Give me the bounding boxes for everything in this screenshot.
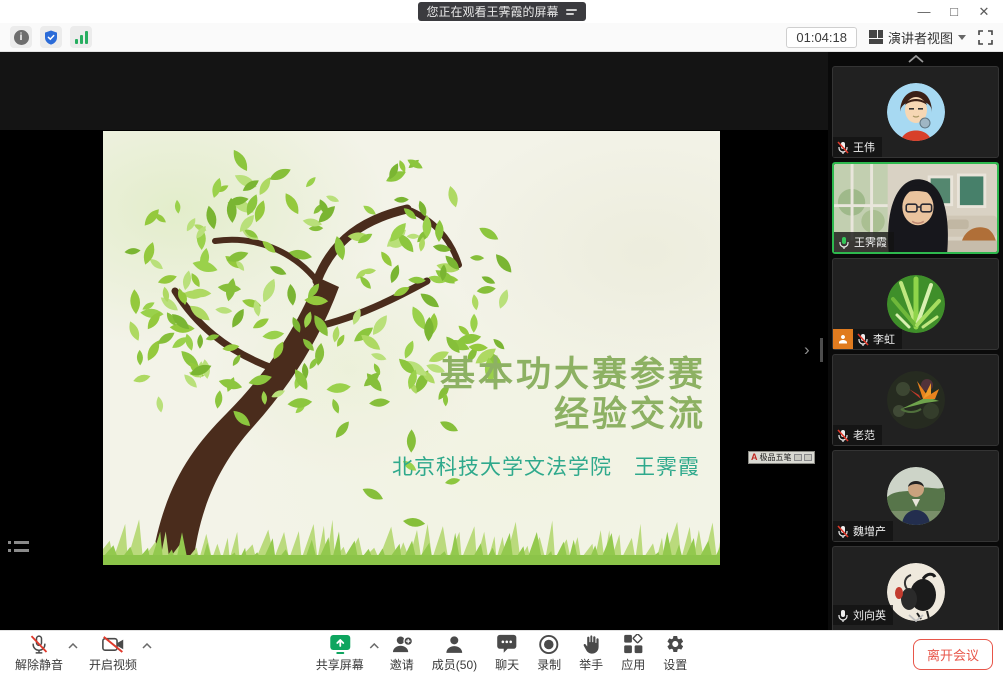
meeting-timer: 01:04:18 xyxy=(786,27,857,48)
participants-sidebar: 王伟 xyxy=(828,52,1003,630)
view-mode-label: 演讲者视图 xyxy=(888,28,953,47)
slideshow-menu-icon[interactable] xyxy=(8,541,29,552)
slide-subtitle: 北京科技大学文法学院 王霁霞 xyxy=(392,451,700,481)
leave-meeting-button[interactable]: 离开会议 xyxy=(913,639,993,670)
pill-menu-icon[interactable] xyxy=(566,9,577,15)
mic-muted-icon xyxy=(837,429,849,442)
screen-watching-pill[interactable]: 您正在观看王霁霞的屏幕 xyxy=(417,2,585,21)
tree-illustration xyxy=(103,131,720,565)
apps-icon xyxy=(623,634,643,654)
camera-muted-icon xyxy=(102,634,125,654)
participant-name: 王霁霞 xyxy=(854,234,887,250)
mic-muted-icon xyxy=(837,525,849,538)
meeting-topbar: i 01:04:18 演讲者视图 xyxy=(0,23,1003,52)
participant-name: 刘向英 xyxy=(853,607,886,623)
meeting-controls-bar: 解除静音 开启视频 xyxy=(0,630,1003,674)
members-icon xyxy=(444,634,464,655)
network-signal-icon[interactable] xyxy=(70,26,92,48)
chat-icon xyxy=(497,634,518,654)
layout-icon xyxy=(869,30,883,44)
participant-tile[interactable]: 李虹 xyxy=(832,258,999,350)
next-slide-chevron-icon[interactable]: › xyxy=(804,340,810,360)
info-icon[interactable]: i xyxy=(10,26,32,48)
ime-keyboard-icon[interactable] xyxy=(794,454,802,461)
raise-hand-button[interactable]: 举手 xyxy=(570,632,612,674)
avatar xyxy=(887,467,945,525)
invite-button[interactable]: 邀请 xyxy=(381,632,423,674)
mic-on-icon xyxy=(837,609,849,622)
minimize-button[interactable]: — xyxy=(909,0,939,23)
participant-tile[interactable]: 王伟 xyxy=(832,66,999,158)
presentation-slide: 基本功大赛参赛 经验交流 北京科技大学文法学院 王霁霞 xyxy=(103,131,720,565)
participant-name: 李虹 xyxy=(873,331,895,347)
record-button[interactable]: 录制 xyxy=(528,632,570,674)
maximize-button[interactable]: □ xyxy=(939,0,969,23)
record-icon xyxy=(539,634,560,655)
ime-settings-icon[interactable] xyxy=(804,454,812,461)
view-mode-button[interactable]: 演讲者视图 xyxy=(869,28,966,47)
settings-button[interactable]: 设置 xyxy=(654,632,696,674)
avatar xyxy=(887,371,945,429)
members-button[interactable]: 成员(50) xyxy=(423,632,486,674)
scroll-down-chevron-icon[interactable] xyxy=(908,614,924,622)
mic-active-icon xyxy=(838,236,850,249)
fullscreen-icon[interactable] xyxy=(978,30,993,45)
chat-button[interactable]: 聊天 xyxy=(486,632,528,674)
participant-name: 王伟 xyxy=(853,139,875,155)
stage-top-band xyxy=(0,52,828,130)
unmute-button[interactable]: 解除静音 xyxy=(6,632,72,674)
start-video-button[interactable]: 开启视频 xyxy=(80,632,146,674)
ime-toolbar[interactable]: A 极品五笔 xyxy=(748,451,815,464)
avatar xyxy=(887,83,945,141)
ime-name-label: 极品五笔 xyxy=(760,454,792,462)
participant-name: 老范 xyxy=(853,427,875,443)
slide-title: 基本功大赛参赛 经验交流 xyxy=(440,355,706,435)
avatar xyxy=(887,275,945,333)
mic-muted-icon xyxy=(29,634,49,655)
security-shield-icon[interactable] xyxy=(40,26,62,48)
stage-scrollbar[interactable] xyxy=(820,338,823,362)
chevron-down-icon xyxy=(958,35,966,40)
apps-button[interactable]: 应用 xyxy=(612,632,654,674)
shared-screen-stage: 基本功大赛参赛 经验交流 北京科技大学文法学院 王霁霞 A 极品五笔 › xyxy=(0,52,1003,630)
avatar xyxy=(887,563,945,621)
invite-person-icon xyxy=(391,634,413,655)
participant-tile[interactable]: 老范 xyxy=(832,354,999,446)
scroll-up-chevron-icon[interactable] xyxy=(908,55,924,63)
participant-name: 魏增产 xyxy=(853,523,886,539)
window-titlebar: 您正在观看王霁霞的屏幕 — □ ✕ xyxy=(0,0,1003,23)
participant-tile[interactable]: 魏增产 xyxy=(832,450,999,542)
screen-watching-label: 您正在观看王霁霞的屏幕 xyxy=(426,3,558,20)
ime-mode-icon[interactable]: A xyxy=(751,453,758,462)
gear-icon xyxy=(665,634,685,654)
mic-muted-icon xyxy=(857,333,869,346)
host-badge-icon xyxy=(833,329,853,349)
close-button[interactable]: ✕ xyxy=(969,0,999,23)
share-screen-button[interactable]: 共享屏幕 xyxy=(307,632,373,674)
mic-muted-icon xyxy=(837,141,849,154)
participant-tile-active-speaker[interactable]: 王霁霞 xyxy=(832,162,999,254)
raise-hand-icon xyxy=(582,634,601,655)
share-screen-icon xyxy=(328,634,352,655)
